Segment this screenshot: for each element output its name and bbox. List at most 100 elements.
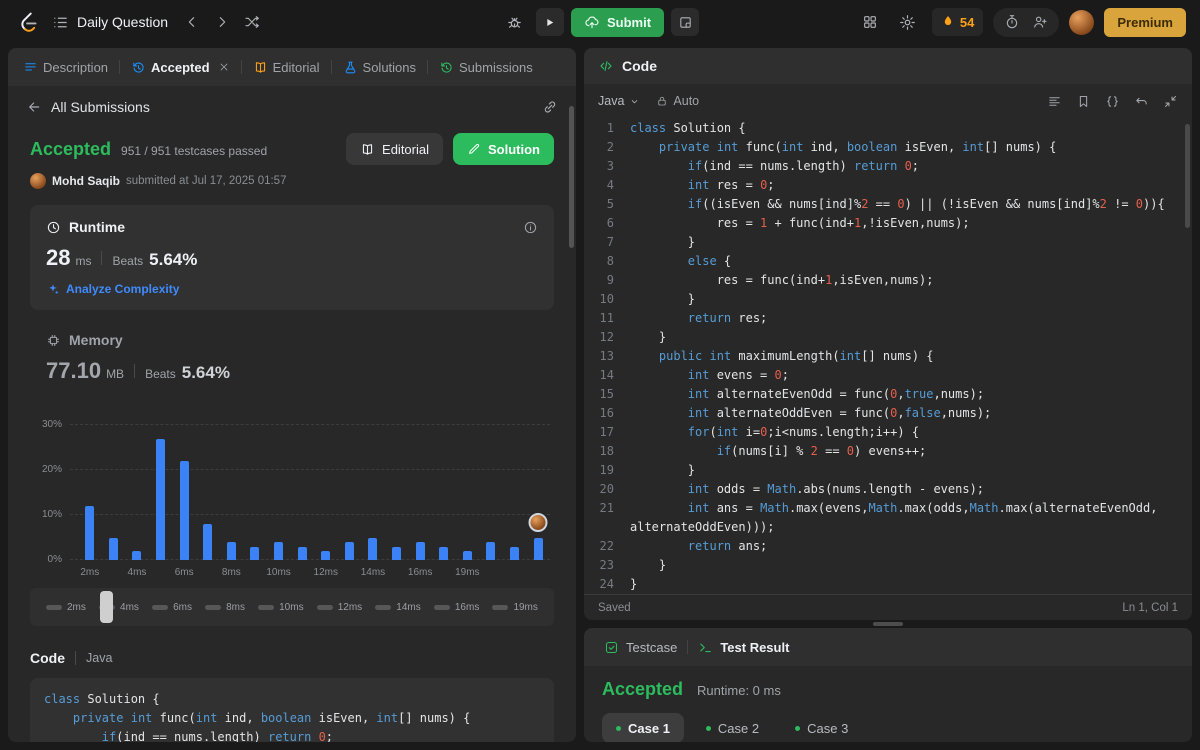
chart-bar[interactable]: [462, 551, 472, 560]
format-code-icon[interactable]: [1047, 94, 1062, 109]
chart-bar[interactable]: [250, 546, 260, 560]
layout-button[interactable]: [856, 8, 884, 36]
chart-bar[interactable]: [108, 537, 118, 560]
code-text: public int maximumLength(int[] nums) {: [658, 349, 934, 363]
tab-divider: [119, 60, 121, 74]
author-name[interactable]: Mohd Saqib: [52, 174, 120, 188]
tab-description[interactable]: Description: [16, 60, 115, 75]
chart-bar[interactable]: [415, 542, 425, 560]
chart-bar[interactable]: [297, 546, 307, 560]
slider-handle[interactable]: [100, 591, 113, 623]
language-selector[interactable]: Java: [598, 94, 640, 108]
panel-resize-handle[interactable]: [584, 620, 1192, 628]
case-3-chip[interactable]: Case 3: [781, 713, 862, 742]
beats-value: 5.64%: [181, 363, 230, 382]
line-number: 6: [606, 216, 614, 230]
tab-divider: [330, 60, 332, 74]
chart-bar[interactable]: [226, 542, 236, 560]
chart-bar[interactable]: [203, 524, 213, 560]
language-value: Java: [598, 94, 625, 108]
chart-bar[interactable]: [274, 542, 284, 560]
chart-bar[interactable]: [344, 542, 354, 560]
editor-scrollbar[interactable]: [1185, 124, 1190, 228]
chart-bar[interactable]: [368, 537, 378, 560]
streak-counter[interactable]: 54: [931, 8, 984, 36]
copy-link-icon[interactable]: [542, 99, 558, 115]
tab-testcase[interactable]: Testcase: [598, 640, 683, 655]
chart-zoom-slider[interactable]: 2ms 4ms 6ms 8ms 10ms 12ms 14ms 16ms 19ms: [30, 588, 554, 626]
right-column: Code Java Auto 1 class Solution {2 priv…: [584, 48, 1192, 742]
notes-button[interactable]: [671, 8, 700, 36]
memory-card[interactable]: Memory 77.10 MB Beats 5.64%: [30, 332, 554, 384]
chart-bar[interactable]: [439, 546, 449, 560]
slider-tick: 19ms: [492, 602, 538, 613]
bookmark-icon[interactable]: [1076, 94, 1091, 109]
chart-bar[interactable]: [85, 506, 95, 560]
debug-button[interactable]: [501, 8, 529, 36]
tab-test-result[interactable]: Test Result: [692, 640, 795, 655]
case-1-chip[interactable]: Case 1: [602, 713, 684, 742]
leetcode-logo[interactable]: [14, 8, 42, 36]
slider-bar: [205, 604, 222, 610]
code-text: return res;: [687, 311, 768, 325]
invite-user-icon[interactable]: [1032, 14, 1048, 30]
tab-submissions[interactable]: Submissions: [432, 60, 540, 75]
code-text: int alternateEvenOdd = func(0,true,nums)…: [687, 387, 985, 401]
chart-bar[interactable]: [132, 551, 142, 560]
left-panel-scrollbar[interactable]: [569, 106, 574, 248]
chart-bar[interactable]: [486, 542, 496, 560]
tab-editorial[interactable]: Editorial: [246, 60, 327, 75]
author-avatar[interactable]: [30, 173, 46, 189]
close-icon[interactable]: [218, 61, 230, 73]
prev-question-button[interactable]: [178, 8, 206, 36]
chart-bar[interactable]: [392, 546, 402, 560]
submitted-code-preview[interactable]: class Solution { private int func(int in…: [30, 678, 554, 742]
braces-icon[interactable]: [1105, 94, 1120, 109]
next-question-button[interactable]: [208, 8, 236, 36]
runtime-card[interactable]: Runtime 28 ms Beats 5.64% Analyze Comple…: [30, 205, 554, 310]
back-arrow-icon[interactable]: [26, 99, 42, 115]
collapse-icon[interactable]: [1163, 94, 1178, 109]
settings-button[interactable]: [894, 8, 922, 36]
tab-accepted[interactable]: Accepted: [124, 60, 237, 75]
chart-bar[interactable]: [321, 551, 331, 560]
x-axis-label: 16ms: [407, 567, 433, 578]
chart-bar[interactable]: [179, 461, 189, 560]
x-axis-label: 2ms: [80, 567, 100, 578]
run-button[interactable]: [535, 8, 564, 36]
user-avatar[interactable]: [1069, 9, 1095, 35]
tab-label: Accepted: [151, 59, 210, 75]
solution-button[interactable]: Solution: [453, 133, 554, 165]
chart-bar[interactable]: [509, 546, 519, 560]
code-text: }: [630, 235, 696, 249]
slider-tick: 2ms: [46, 602, 86, 613]
premium-label: Premium: [1117, 14, 1173, 30]
line-number: 3: [606, 159, 614, 173]
line-number: 8: [606, 254, 614, 268]
problem-list-nav[interactable]: Daily Question: [44, 14, 176, 31]
timer-icon[interactable]: [1004, 14, 1020, 30]
pencil-icon: [467, 142, 481, 156]
divider: [101, 251, 103, 265]
editorial-button-label: Editorial: [382, 141, 429, 157]
random-question-button[interactable]: [238, 8, 266, 36]
auto-toggle[interactable]: Auto: [656, 94, 699, 108]
all-submissions-link[interactable]: All Submissions: [51, 99, 150, 115]
slider-tick: 12ms: [316, 602, 362, 613]
slider-label: 16ms: [454, 601, 480, 613]
chart-bar[interactable]: [533, 537, 543, 560]
case-2-chip[interactable]: Case 2: [692, 713, 773, 742]
tab-solutions[interactable]: Solutions: [336, 60, 423, 75]
premium-button[interactable]: Premium: [1104, 7, 1186, 37]
analyze-complexity-link[interactable]: Analyze Complexity: [46, 282, 538, 296]
code-editor[interactable]: 1 class Solution {2 private int func(int …: [584, 118, 1192, 594]
divider: [75, 651, 76, 665]
chart-bar[interactable]: [156, 438, 166, 560]
description-icon: [23, 60, 38, 75]
editorial-button[interactable]: Editorial: [346, 133, 443, 165]
info-icon[interactable]: [523, 220, 538, 235]
undo-icon[interactable]: [1134, 94, 1149, 109]
submit-button[interactable]: Submit: [570, 7, 665, 37]
check-square-icon: [604, 640, 619, 655]
line-number: 22: [599, 539, 614, 553]
